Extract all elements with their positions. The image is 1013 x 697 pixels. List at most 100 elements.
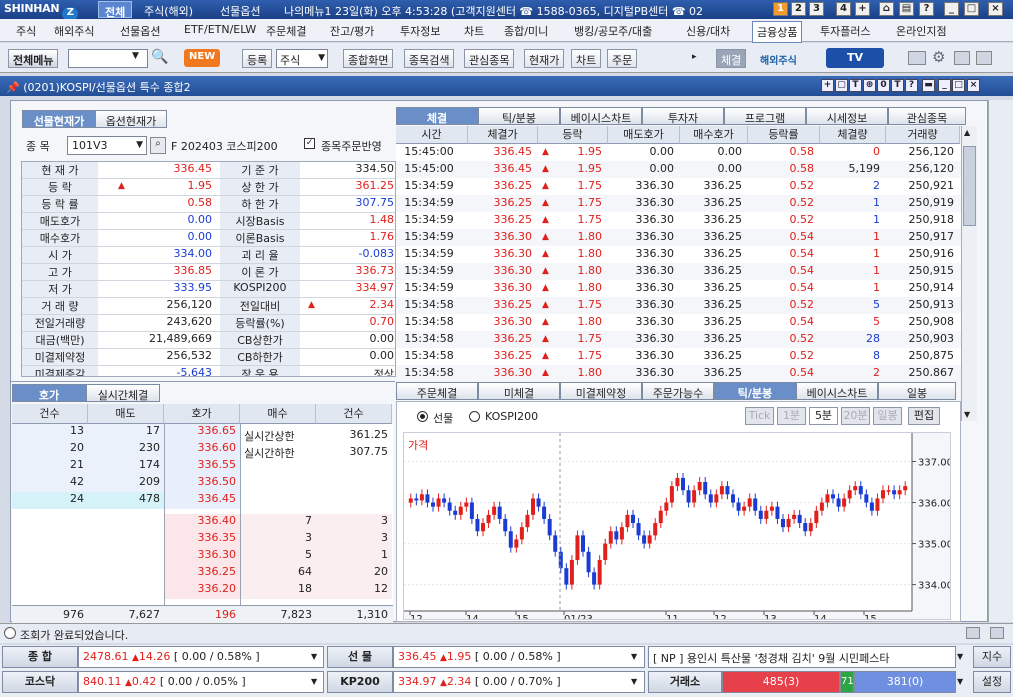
edit-button[interactable]: 편집	[908, 407, 940, 425]
bid-price[interactable]: 336.25	[164, 565, 240, 582]
order-button[interactable]: 주문	[607, 49, 638, 68]
bid-price[interactable]: 336.30	[164, 548, 240, 565]
menu-item[interactable]: 종합/미니	[504, 23, 548, 39]
index-button[interactable]: 지수	[973, 646, 1011, 668]
search-icon[interactable]: ⌕	[150, 137, 166, 154]
stock-search-button[interactable]: 종목검색	[404, 49, 455, 68]
tv-button[interactable]: TV	[826, 48, 884, 68]
minimize-icon[interactable]: _	[944, 2, 959, 16]
screen-3-button[interactable]: 3	[809, 2, 824, 16]
menu-item[interactable]: 해외주식	[54, 23, 94, 39]
tab-chart-6[interactable]: 일봉	[878, 382, 956, 400]
tab-all[interactable]: 전체	[98, 1, 133, 19]
menu-item[interactable]: 신용/대차	[686, 23, 730, 39]
layout-icon[interactable]	[908, 51, 926, 65]
tab-chart-1[interactable]: 미체결	[478, 382, 560, 400]
watchlist-button[interactable]: 관심종목	[464, 49, 515, 68]
menu-item[interactable]: 주식	[16, 23, 36, 39]
period-button[interactable]: 1분	[777, 407, 806, 425]
tab-futures-options[interactable]: 선물옵션	[214, 1, 266, 18]
tab-chart-2[interactable]: 미결제약정	[560, 382, 642, 400]
period-button[interactable]: 5분	[809, 407, 838, 425]
add-icon[interactable]: +	[821, 79, 834, 92]
tab-trade-1[interactable]: 틱/분봉	[478, 107, 560, 125]
zero-icon[interactable]: 0	[877, 79, 890, 92]
menu-item[interactable]: ETF/ETN/ELW	[184, 23, 256, 36]
link-icon[interactable]: ▢	[835, 79, 848, 92]
register-button[interactable]: 등록	[242, 49, 273, 68]
tab-futures-quote[interactable]: 선물현재가	[22, 110, 96, 128]
period-button[interactable]: 20분	[841, 407, 870, 425]
trade-icon[interactable]: T	[849, 79, 862, 92]
chevron-down-icon[interactable]: ▼	[311, 652, 317, 661]
scroll-up-icon[interactable]: ▲	[964, 128, 970, 137]
menu-icon[interactable]: ▬	[922, 79, 935, 92]
print-icon[interactable]: ▤	[899, 2, 914, 16]
quote-button[interactable]: 현재가	[524, 49, 565, 68]
tab-trade-6[interactable]: 관심종목	[888, 107, 966, 125]
tab-chart-0[interactable]: 주문체결	[396, 382, 478, 400]
bid-price[interactable]: 336.35	[164, 531, 240, 548]
ask-price[interactable]: 336.60	[164, 441, 240, 458]
add-icon[interactable]: +	[855, 2, 870, 16]
tab-realtime-fills[interactable]: 실시간체결	[86, 384, 160, 402]
menu-item[interactable]: 주문체결	[266, 23, 306, 39]
menu-item[interactable]: 투자정보	[400, 23, 440, 39]
bid-price[interactable]: 336.40	[164, 514, 240, 531]
kospi200-radio[interactable]	[469, 411, 480, 422]
menu-item[interactable]: 잔고/평가	[330, 23, 374, 39]
close-icon[interactable]: ×	[967, 79, 980, 92]
scroll-down-icon[interactable]: ▼	[964, 410, 970, 419]
all-menu-button[interactable]: 전체메뉴	[8, 49, 59, 68]
tab-chart-3[interactable]: 주문가능수량	[642, 382, 714, 416]
gear-icon[interactable]: ⚙	[932, 48, 945, 66]
help-icon[interactable]: ?	[919, 2, 934, 16]
close-icon[interactable]: ×	[988, 2, 1003, 16]
code-input[interactable]: 101V3 ▼	[67, 136, 147, 155]
ask-price[interactable]: 336.50	[164, 475, 240, 492]
minimize-icon[interactable]: _	[938, 79, 951, 92]
menu-item[interactable]: 투자플러스	[820, 23, 871, 39]
chevron-down-icon[interactable]: ▼	[311, 677, 317, 686]
settings-button[interactable]: 설정	[973, 671, 1011, 693]
screen-1-button[interactable]: 1	[773, 2, 788, 16]
home-icon[interactable]: ⌂	[879, 2, 894, 16]
news-ticker[interactable]: [ NP ] 용인시 특산물 '청경채 김치' 9월 시민페스타	[648, 646, 956, 668]
tab-trade-3[interactable]: 투자자	[642, 107, 724, 125]
screen-4-button[interactable]: 4	[836, 2, 851, 16]
menu-item[interactable]: 차트	[464, 23, 484, 39]
type-select[interactable]: 주식 ▼	[276, 49, 328, 68]
tab-trade-2[interactable]: 베이시스차트	[560, 107, 642, 125]
tab-orderbook[interactable]: 호가	[12, 384, 86, 402]
new-badge[interactable]: NEW	[184, 49, 221, 67]
tab-stock-overseas[interactable]: 주식(해외)	[138, 1, 199, 18]
chevron-right-icon[interactable]: ▸	[692, 52, 697, 62]
tab-chart-5[interactable]: 베이시스차트	[796, 382, 878, 400]
menu-item-financial[interactable]: 금융상품	[752, 21, 803, 43]
grid-icon[interactable]	[954, 51, 970, 65]
chevron-down-icon[interactable]: ▼	[631, 652, 637, 661]
chevron-down-icon[interactable]: ▼	[132, 51, 139, 61]
period-button[interactable]: Tick	[745, 407, 774, 425]
help-icon[interactable]: ?	[905, 79, 918, 92]
order-link-checkbox[interactable]: ✓	[304, 138, 315, 149]
screen-2-button[interactable]: 2	[791, 2, 806, 16]
window-icon[interactable]	[976, 51, 992, 65]
tab-trade-0[interactable]: 체결	[396, 107, 478, 125]
chevron-down-icon[interactable]: ▼	[631, 677, 637, 686]
pin-top-icon[interactable]: T	[891, 79, 904, 92]
menu-item[interactable]: 뱅킹/공모주/대출	[574, 23, 652, 39]
period-button[interactable]: 일봉	[873, 407, 902, 425]
tab-trade-5[interactable]: 시세정보	[806, 107, 888, 125]
trade-scrollbar[interactable]: ▲ ▼	[961, 126, 977, 421]
sync-icon[interactable]: ⊕	[863, 79, 876, 92]
chevron-down-icon[interactable]: ▼	[957, 652, 963, 661]
ask-price[interactable]: 336.65	[164, 424, 240, 441]
overseas-stock-link[interactable]: 해외주식	[760, 52, 797, 67]
dock-icon[interactable]	[990, 627, 1004, 639]
futures-radio[interactable]	[417, 411, 428, 422]
scroll-thumb[interactable]	[963, 146, 976, 226]
tab-chart-4[interactable]: 틱/분봉	[714, 382, 796, 400]
tab-trade-4[interactable]: 프로그램	[724, 107, 806, 125]
overview-button[interactable]: 종합화면	[343, 49, 394, 68]
